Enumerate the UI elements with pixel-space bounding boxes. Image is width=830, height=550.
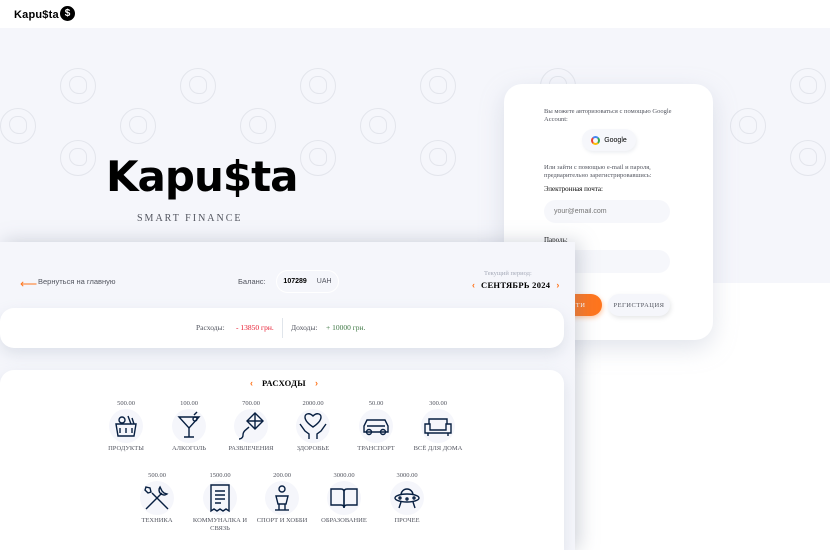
category-groceries[interactable]: 500.00 ПРОДУКТЫ <box>91 400 161 453</box>
email-label: Электронная почта: <box>544 185 603 193</box>
period-label: Текущий период: <box>484 270 532 277</box>
summary-divider <box>282 318 283 338</box>
chevron-right-icon[interactable]: › <box>315 378 318 388</box>
expenses-label: Расходы: <box>196 323 225 332</box>
google-icon <box>591 135 601 145</box>
cocktail-icon <box>172 409 206 443</box>
dollar-icon: $ <box>60 6 75 21</box>
register-button[interactable]: РЕГИСТРАЦИЯ <box>608 294 670 316</box>
category-alcohol[interactable]: 100.00 АЛКОГОЛЬ <box>154 400 224 453</box>
summary-bar: Расходы: - 13850 грн. Доходы: + 10000 гр… <box>0 308 564 348</box>
back-to-main-link[interactable]: Вернуться на главную <box>38 277 116 286</box>
email-hint: Или зайти с помощью e-mail и пароля, пре… <box>544 164 652 179</box>
period-value: СЕНТЯБРЬ 2024 <box>481 280 551 290</box>
income-label: Доходы: <box>291 323 318 332</box>
report-panel: ⟵ Вернуться на главную Баланс: 107289 UA… <box>0 242 575 550</box>
income-value: + 10000 грн. <box>326 323 366 332</box>
heart-hands-icon <box>296 409 330 443</box>
receipt-icon <box>203 481 237 515</box>
category-other[interactable]: 3000.00 ПРОЧЕЕ <box>372 472 442 525</box>
balance-currency: UAH <box>316 278 332 285</box>
balance-label: Баланс: <box>238 277 266 286</box>
categories-title: РАСХОДЫ <box>262 378 306 388</box>
balance-display: 107289 UAH <box>276 270 339 293</box>
expenses-value: - 13850 грн. <box>236 323 274 332</box>
header-logo[interactable]: Kapu$ta <box>10 8 63 22</box>
category-sport[interactable]: 200.00 СПОРТ И ХОББИ <box>247 472 317 525</box>
top-bar: Kapu$ta $ <box>0 0 830 28</box>
chevron-left-icon[interactable]: ‹ <box>250 378 253 388</box>
kite-icon <box>234 409 268 443</box>
categories-header: ‹ РАСХОДЫ › <box>250 378 318 388</box>
period-selector: ‹ СЕНТЯБРЬ 2024 › <box>472 280 559 290</box>
book-icon <box>327 481 361 515</box>
sofa-icon <box>421 409 455 443</box>
hero-logo: Kapu$ta <box>106 152 298 201</box>
ufo-icon <box>390 481 424 515</box>
google-hint: Вы можете авторизоваться с помощью Googl… <box>544 108 672 123</box>
hero-subtitle: SMART FINANCE <box>137 213 243 224</box>
category-education[interactable]: 3000.00 ОБРАЗОВАНИЕ <box>309 472 379 525</box>
category-health[interactable]: 2000.00 ЗДОРОВЬЕ <box>278 400 348 453</box>
tools-icon <box>140 481 174 515</box>
categories-card: ‹ РАСХОДЫ › 500.00 ПРОДУКТЫ 100.00 АЛКОГ… <box>0 370 564 550</box>
email-field[interactable] <box>544 200 670 223</box>
google-login-button[interactable]: Google <box>582 129 636 151</box>
chevron-left-icon[interactable]: ‹ <box>472 280 475 290</box>
category-transport[interactable]: 50.00 ТРАНСПОРТ <box>341 400 411 453</box>
chevron-right-icon[interactable]: › <box>556 280 559 290</box>
category-home[interactable]: 300.00 ВСЁ ДЛЯ ДОМА <box>403 400 473 453</box>
sport-icon <box>265 481 299 515</box>
groceries-icon <box>109 409 143 443</box>
balance-value: 107289 <box>283 278 307 285</box>
category-entertainment[interactable]: 700.00 РАЗВЛЕЧЕНИЯ <box>216 400 286 453</box>
category-technique[interactable]: 500.00 ТЕХНИКА <box>122 472 192 525</box>
car-icon <box>359 409 393 443</box>
category-utilities[interactable]: 1500.00 КОММУНАЛКА И СВЯЗЬ <box>185 472 255 533</box>
arrow-left-icon[interactable]: ⟵ <box>20 277 37 291</box>
